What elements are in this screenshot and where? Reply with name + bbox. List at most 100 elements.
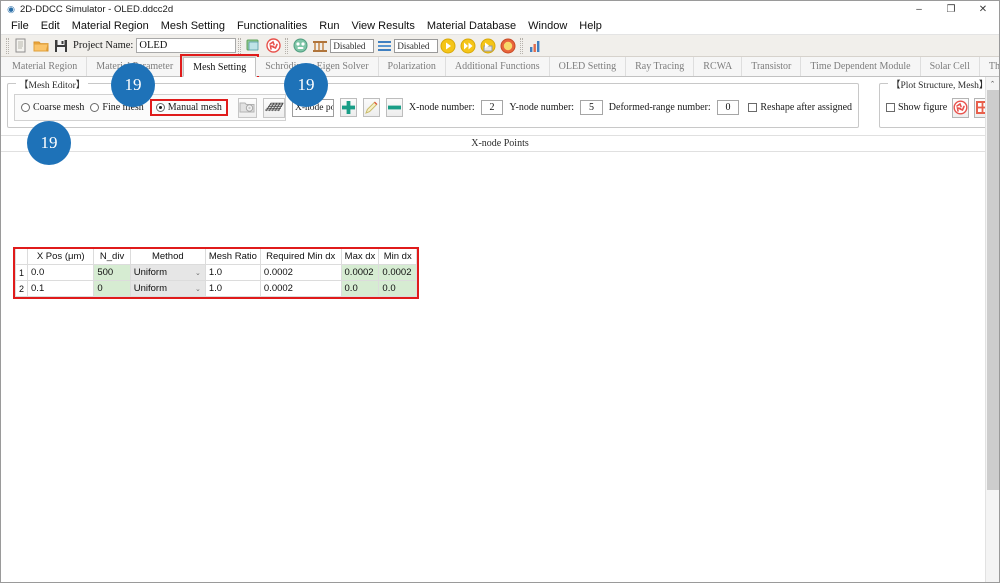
radio-manual-mesh[interactable]: Manual mesh xyxy=(149,99,228,116)
refresh-plot-icon[interactable] xyxy=(952,97,970,118)
show-figure-label: Show figure xyxy=(898,102,948,113)
add-node-button[interactable] xyxy=(339,98,357,117)
cell-mesh-ratio[interactable]: 1.0 xyxy=(204,280,261,297)
menu-run[interactable]: Run xyxy=(313,19,345,33)
y-node-number-input[interactable]: 5 xyxy=(580,100,603,115)
cell-required-min-dx[interactable]: 0.0002 xyxy=(259,280,342,297)
col-required-min-dx[interactable]: Required Min dx xyxy=(259,249,342,265)
vertical-scroll-thumb[interactable] xyxy=(987,90,999,490)
cell-method[interactable]: Uniform ⌄ xyxy=(129,280,206,297)
annotation-badge: 19 xyxy=(27,121,71,165)
menu-file[interactable]: File xyxy=(5,19,35,33)
project-name-input[interactable]: OLED xyxy=(136,38,237,53)
reshape-checkbox-indicator xyxy=(748,103,758,112)
tab-oled-setting[interactable]: OLED Setting xyxy=(549,57,627,76)
chevron-down-icon: ⌄ xyxy=(194,269,201,277)
maximize-icon[interactable]: ❐ xyxy=(935,1,967,17)
main-toolbar: Project Name: OLED Disabled Disabled xyxy=(1,35,999,57)
cell-x-pos[interactable]: 0.1 xyxy=(27,280,95,297)
refresh-window-icon[interactable] xyxy=(244,37,262,55)
xnode-points-section-label: X-node Points xyxy=(471,138,529,149)
chevron-down-icon: ⌄ xyxy=(194,285,201,293)
menu-material-database[interactable]: Material Database xyxy=(421,19,522,33)
row-index: 1 xyxy=(14,264,29,281)
show-figure-checkbox-indicator xyxy=(886,103,895,112)
table-row[interactable]: 1 0.0 500 Uniform ⌄ 1.0 0.0002 0.0002 0.… xyxy=(14,264,417,281)
tab-time-dependent-module[interactable]: Time Dependent Module xyxy=(801,57,921,76)
close-icon[interactable]: ✕ xyxy=(967,1,999,17)
menu-mesh-setting[interactable]: Mesh Setting xyxy=(155,19,231,33)
cell-mesh-ratio[interactable]: 1.0 xyxy=(204,264,261,281)
structure-icon[interactable] xyxy=(311,37,329,55)
radio-coarse-mesh[interactable]: Coarse mesh xyxy=(21,102,84,113)
open-folder-icon[interactable] xyxy=(32,37,50,55)
cell-required-min-dx[interactable]: 0.0002 xyxy=(259,264,342,281)
cell-n-div[interactable]: 0 xyxy=(93,280,131,297)
menu-window[interactable]: Window xyxy=(522,19,573,33)
y-node-number-label: Y-node number: xyxy=(509,102,575,113)
tab-thermal[interactable]: Thermal xyxy=(979,57,999,76)
tab-material-region[interactable]: Material Region xyxy=(3,57,88,76)
col-mesh-ratio[interactable]: Mesh Ratio xyxy=(204,249,261,265)
menu-functionalities[interactable]: Functionalities xyxy=(231,19,313,33)
cell-n-div[interactable]: 500 xyxy=(93,264,131,281)
list-disabled-select[interactable]: Disabled xyxy=(394,38,439,53)
radio-manual-mesh-indicator xyxy=(155,103,165,112)
project-name-label: Project Name: xyxy=(73,40,134,51)
row-index: 2 xyxy=(14,280,29,297)
cell-method[interactable]: Uniform ⌄ xyxy=(129,264,206,281)
radio-coarse-mesh-label: Coarse mesh xyxy=(33,102,85,113)
annotation-badge: 19 xyxy=(111,63,155,107)
new-document-icon[interactable] xyxy=(12,37,30,55)
xnode-points-section-label-bar: X-node Points xyxy=(1,135,999,152)
reshape-after-assigned-checkbox[interactable]: Reshape after assigned xyxy=(748,102,852,113)
structure-disabled-select[interactable]: Disabled xyxy=(330,38,375,53)
mesh-grid-icon[interactable] xyxy=(262,97,285,118)
list-icon[interactable] xyxy=(375,37,393,55)
scroll-up-icon[interactable]: ⌃ xyxy=(986,77,999,90)
settings-circle-icon[interactable] xyxy=(291,37,309,55)
toolbar-grip xyxy=(6,37,9,54)
cell-method-value: Uniform xyxy=(133,267,168,278)
minimize-icon[interactable]: – xyxy=(903,1,935,17)
stop-icon[interactable] xyxy=(499,37,517,55)
menu-help[interactable]: Help xyxy=(573,19,608,33)
tab-rcwa[interactable]: RCWA xyxy=(694,57,743,76)
run-batch-icon[interactable] xyxy=(479,37,497,55)
cell-x-pos[interactable]: 0.0 xyxy=(27,264,95,281)
tab-mesh-setting[interactable]: Mesh Setting xyxy=(180,54,260,80)
show-figure-checkbox[interactable]: Show figure xyxy=(886,102,947,113)
cell-max-dx: 0.0002 xyxy=(340,264,380,281)
tab-additional-functions[interactable]: Additional Functions xyxy=(445,57,550,76)
table-row[interactable]: 2 0.1 0 Uniform ⌄ 1.0 0.0002 0.0 0.0 xyxy=(14,280,417,297)
recycle-icon[interactable] xyxy=(264,37,282,55)
col-x-pos[interactable]: X Pos (μm) xyxy=(27,249,95,265)
tab-solar-cell[interactable]: Solar Cell xyxy=(920,57,980,76)
chart-icon[interactable] xyxy=(526,37,544,55)
vertical-scrollbar[interactable]: ⌃ ⌄ xyxy=(985,77,999,582)
toolbar-grip-4 xyxy=(520,37,524,54)
run-icon[interactable] xyxy=(439,37,457,55)
col-min-dx[interactable]: Min dx xyxy=(378,249,417,265)
plot-structure-row: Show figure xyxy=(886,94,992,121)
xnode-points-table-container: X Pos (μm) N_div Method Mesh Ratio Requi… xyxy=(13,247,419,299)
run-fast-icon[interactable] xyxy=(459,37,477,55)
menu-edit[interactable]: Edit xyxy=(35,19,66,33)
edit-node-button[interactable] xyxy=(362,98,380,117)
save-disk-icon[interactable] xyxy=(52,37,70,55)
col-method[interactable]: Method xyxy=(129,249,206,265)
x-node-number-input[interactable]: 2 xyxy=(480,100,504,115)
tab-ray-tracing[interactable]: Ray Tracing xyxy=(626,57,695,76)
tab-transistor[interactable]: Transistor xyxy=(742,57,802,76)
tab-polarization[interactable]: Polarization xyxy=(378,57,446,76)
col-n-div[interactable]: N_div xyxy=(93,249,131,265)
col-max-dx[interactable]: Max dx xyxy=(340,249,380,265)
folder-gear-icon[interactable] xyxy=(237,97,257,118)
deformed-range-number-input[interactable]: 0 xyxy=(716,100,740,115)
annotation-badge: 19 xyxy=(284,63,328,107)
remove-node-button[interactable] xyxy=(385,98,403,117)
menu-material-region[interactable]: Material Region xyxy=(66,19,155,33)
radio-fine-mesh-indicator xyxy=(90,103,100,112)
window-title: 2D-DDCC Simulator - OLED.ddcc2d xyxy=(20,3,174,15)
menu-view-results[interactable]: View Results xyxy=(345,19,420,33)
